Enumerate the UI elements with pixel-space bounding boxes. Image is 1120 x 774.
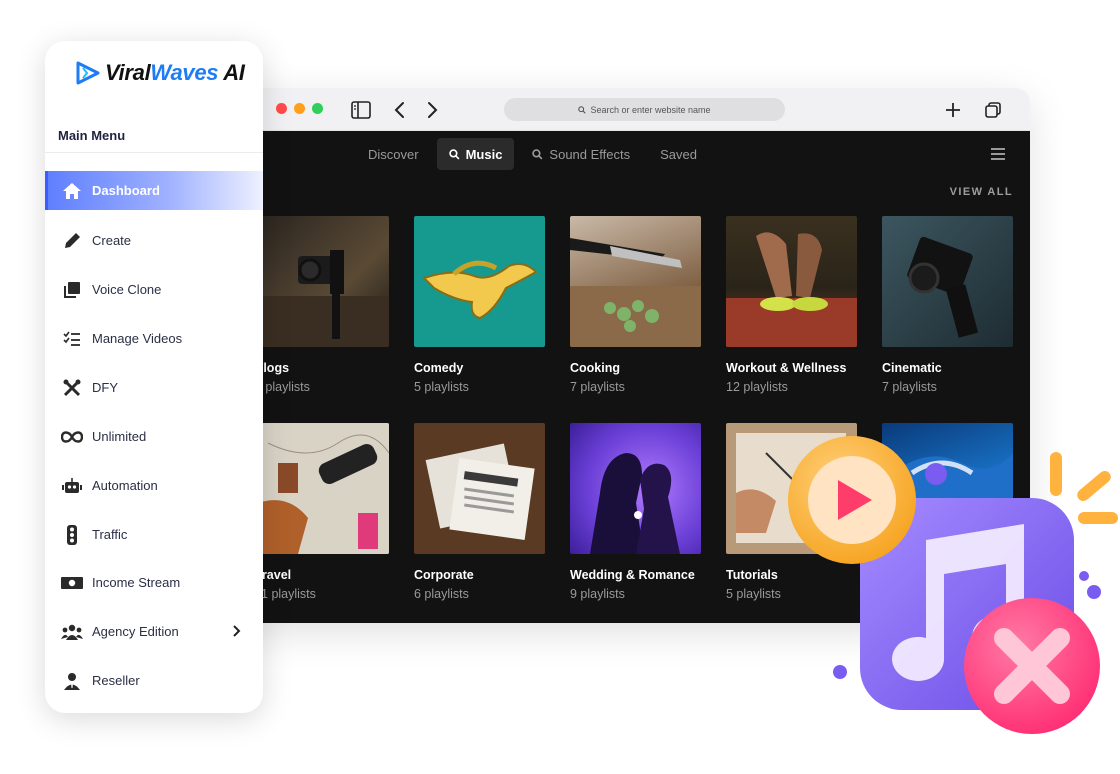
sidebar-toggle-icon[interactable] — [350, 99, 372, 121]
main-sidebar: ViralWaves AI Main Menu Dashboard Create… — [45, 41, 263, 713]
playlist-card-travel[interactable]: Travel 11 playlists — [255, 423, 389, 601]
new-tab-plus-icon[interactable] — [942, 99, 964, 121]
playlist-count: 11 playlists — [255, 587, 316, 601]
tab-discover[interactable]: Discover — [356, 138, 431, 170]
playlist-title: Travel — [255, 568, 292, 582]
money-icon — [61, 572, 83, 594]
forward-arrow-icon[interactable] — [422, 99, 444, 121]
playlist-thumbnail — [414, 423, 545, 554]
robot-icon — [61, 475, 83, 497]
playlist-title: Cinematic — [882, 361, 942, 375]
playlist-thumbnail — [570, 216, 701, 347]
sidebar-item-create[interactable]: Create — [45, 221, 263, 260]
playlist-count: 7 playlists — [882, 380, 937, 394]
playlist-count: 6 playlists — [255, 380, 310, 394]
playlist-count: 6 playlists — [414, 587, 469, 601]
search-icon — [578, 105, 587, 114]
category-tabs: Discover Music Sound Effects Saved — [356, 138, 715, 170]
playlist-title: Cooking — [570, 361, 620, 375]
sidebar-item-automation[interactable]: Automation — [45, 466, 263, 505]
playlist-card-cooking[interactable]: Cooking 7 playlists — [570, 216, 701, 394]
playlist-title: Wedding & Romance — [570, 568, 695, 582]
playlist-card-comedy[interactable]: Comedy 5 playlists — [414, 216, 545, 394]
playlist-thumbnail — [258, 216, 389, 347]
tools-icon — [61, 377, 83, 399]
divider — [45, 152, 263, 153]
tab-saved[interactable]: Saved — [648, 138, 709, 170]
search-icon — [532, 148, 543, 159]
playlist-thumbnail — [414, 216, 545, 347]
main-menu-heading: Main Menu — [58, 128, 126, 143]
brand-name: ViralWaves AI — [105, 60, 245, 85]
tabs-overview-icon[interactable] — [982, 99, 1004, 121]
sidebar-item-dashboard[interactable]: Dashboard — [45, 171, 263, 210]
brand-logo[interactable]: ViralWaves AI — [75, 57, 245, 89]
tab-music[interactable]: Music — [436, 138, 515, 170]
playlist-thumbnail — [882, 216, 1013, 347]
playlist-title: Corporate — [414, 568, 474, 582]
sidebar-item-unlimited[interactable]: Unlimited — [45, 417, 263, 456]
browser-toolbar: Search or enter website name — [236, 88, 1030, 131]
checklist-icon — [61, 328, 83, 350]
back-arrow-icon[interactable] — [388, 99, 410, 121]
chevron-right-icon[interactable] — [233, 624, 243, 638]
tab-sound-effects[interactable]: Sound Effects — [520, 138, 642, 170]
playlist-count: 12 playlists — [726, 380, 788, 394]
playlist-card-wedding[interactable]: Wedding & Romance 9 playlists — [570, 423, 701, 601]
address-bar[interactable]: Search or enter website name — [504, 98, 785, 121]
sidebar-item-income-stream[interactable]: Income Stream — [45, 563, 263, 602]
playlist-card-vlogs[interactable]: Vlogs 6 playlists — [255, 216, 389, 394]
playlist-title: Comedy — [414, 361, 464, 375]
users-icon — [61, 621, 83, 643]
sidebar-item-agency-edition[interactable]: Agency Edition — [45, 612, 263, 651]
music-note-illustration — [786, 430, 1120, 750]
sidebar-item-reseller[interactable]: Reseller — [45, 661, 263, 700]
infinity-icon — [61, 426, 83, 448]
playlist-thumbnail — [726, 216, 857, 347]
sidebar-item-traffic[interactable]: Traffic — [45, 515, 263, 554]
playlist-card-corporate[interactable]: Corporate 6 playlists — [414, 423, 545, 601]
playlist-title: Workout & Wellness — [726, 361, 847, 375]
sidebar-item-voice-clone[interactable]: Voice Clone — [45, 270, 263, 309]
sidebar-item-dfy[interactable]: DFY — [45, 368, 263, 407]
playlist-count: 9 playlists — [570, 587, 625, 601]
playlist-count: 5 playlists — [414, 380, 469, 394]
hamburger-menu-icon[interactable] — [990, 147, 1006, 161]
playlist-card-workout[interactable]: Workout & Wellness 12 playlists — [726, 216, 857, 394]
close-window-dot[interactable] — [276, 103, 287, 114]
maximize-window-dot[interactable] — [312, 103, 323, 114]
layers-icon — [61, 279, 83, 301]
view-all-link[interactable]: VIEW ALL — [950, 186, 1013, 198]
playlist-card-cinematic[interactable]: Cinematic 7 playlists — [882, 216, 1013, 394]
minimize-window-dot[interactable] — [294, 103, 305, 114]
play-wave-logo-icon — [76, 61, 100, 85]
user-tie-icon — [61, 670, 83, 692]
playlist-title: Vlogs — [255, 361, 290, 375]
playlist-count: 7 playlists — [570, 380, 625, 394]
playlist-thumbnail — [258, 423, 389, 554]
sidebar-item-manage-videos[interactable]: Manage Videos — [45, 319, 263, 358]
address-bar-placeholder: Search or enter website name — [590, 104, 711, 115]
traffic-light-icon — [61, 524, 83, 546]
home-icon — [61, 180, 83, 202]
playlist-thumbnail — [570, 423, 701, 554]
pencil-icon — [61, 230, 83, 252]
stage: Search or enter website name Discover Mu… — [0, 0, 1120, 774]
search-icon — [448, 148, 460, 159]
